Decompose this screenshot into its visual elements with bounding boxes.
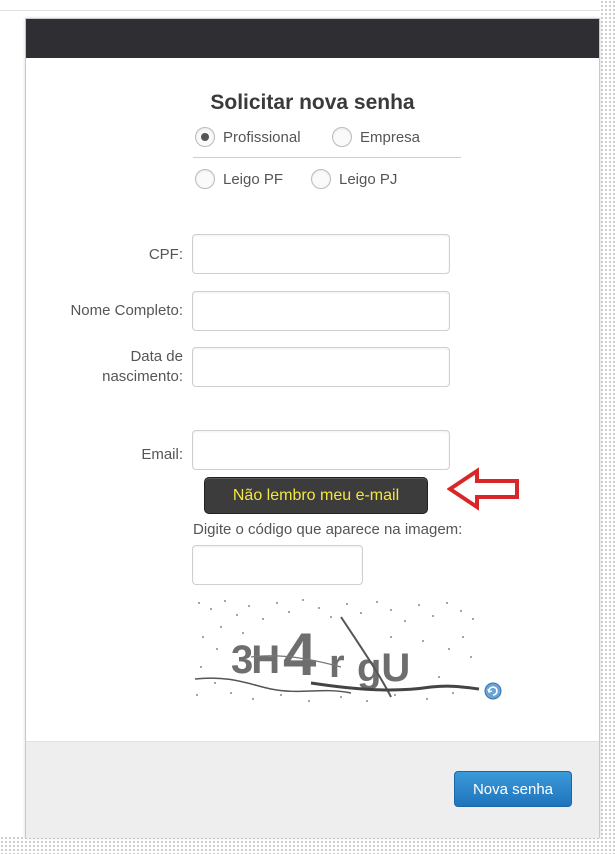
cpf-label: CPF:	[148, 246, 183, 263]
radio-leigo-pf[interactable]: Leigo PF	[195, 169, 283, 189]
captcha-input[interactable]	[192, 545, 363, 585]
full-name-label: Nome Completo:	[70, 302, 183, 319]
radio-empresa[interactable]: Empresa	[332, 127, 420, 147]
radio-unselected-icon	[311, 169, 331, 189]
full-name-input[interactable]	[192, 291, 450, 331]
dotted-border-right	[600, 0, 615, 854]
radio-label: Empresa	[360, 128, 421, 146]
birth-date-label: Data de nascimento:	[102, 348, 183, 385]
cpf-input[interactable]	[192, 234, 450, 274]
refresh-captcha-icon[interactable]	[484, 682, 502, 700]
captcha-image: 3H 4 r gU	[191, 597, 481, 705]
dialog-header-bar	[26, 19, 599, 58]
radio-divider	[193, 157, 461, 158]
page-top-line	[0, 10, 600, 11]
forgot-email-button[interactable]: Não lembro meu e-mail	[204, 477, 428, 514]
svg-text:3H: 3H	[231, 638, 278, 682]
left-arrow-icon	[447, 467, 519, 511]
radio-profissional[interactable]: Profissional	[195, 127, 301, 147]
radio-label: Leigo PF	[223, 170, 284, 188]
dialog-title: Solicitar nova senha	[210, 91, 415, 114]
radio-unselected-icon	[195, 169, 215, 189]
email-label: Email:	[141, 446, 183, 463]
radio-selected-icon	[195, 127, 215, 147]
radio-unselected-icon	[332, 127, 352, 147]
radio-label: Leigo PJ	[339, 170, 398, 188]
captcha-hint: Digite o código que aparece na imagem:	[193, 521, 463, 538]
birth-date-input[interactable]	[192, 347, 450, 387]
new-password-button[interactable]: Nova senha	[454, 771, 572, 807]
radio-label: Profissional	[223, 128, 301, 146]
dotted-border-bottom	[0, 836, 615, 854]
svg-text:4: 4	[283, 621, 317, 688]
email-input[interactable]	[192, 430, 450, 470]
password-reset-dialog: Solicitar nova senha Profissional Empres…	[25, 18, 600, 838]
radio-leigo-pj[interactable]: Leigo PJ	[311, 169, 397, 189]
